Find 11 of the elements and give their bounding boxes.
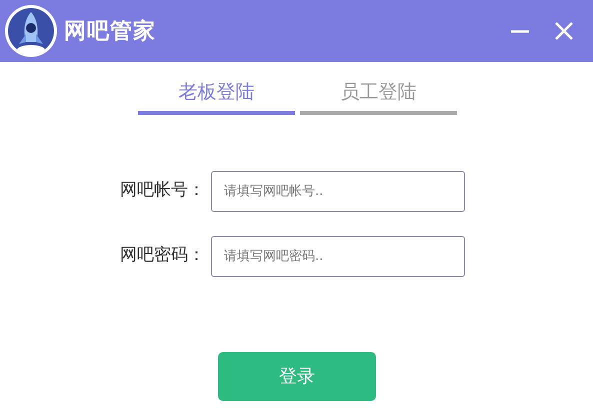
login-tab[interactable]: 老板登陆 <box>138 78 295 114</box>
input-field[interactable]: 请填写网吧密码.. <box>211 236 465 276</box>
minimize-icon <box>511 30 529 32</box>
input-field[interactable]: 请填写网吧帐号.. <box>211 170 465 212</box>
window-title: 网吧管家 <box>64 18 156 46</box>
login-button[interactable]: 登录 <box>218 352 376 400</box>
rocket-logo-icon <box>4 4 58 58</box>
close-icon <box>553 20 575 42</box>
field-label: 网吧密码： <box>119 244 206 268</box>
login-tab[interactable]: 员工登陆 <box>300 78 457 114</box>
field-label: 网吧帐号： <box>119 179 206 202</box>
